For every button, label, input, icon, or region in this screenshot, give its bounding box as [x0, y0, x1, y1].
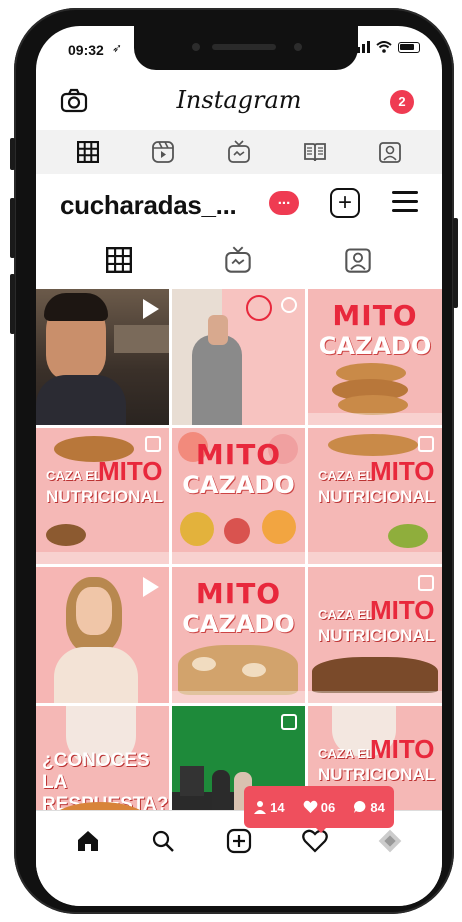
post-tile[interactable]: MITO CAZADO	[172, 567, 305, 703]
profile-username[interactable]: cucharadas_...	[60, 190, 237, 221]
carousel-icon	[281, 714, 297, 730]
bubble-pointer	[314, 826, 328, 833]
igtv-icon	[225, 246, 251, 273]
new-comments-count: 84	[353, 800, 385, 815]
more-options-button[interactable]: ...	[269, 191, 299, 215]
carousel-icon	[145, 436, 161, 452]
notch	[134, 26, 358, 70]
grid-icon[interactable]	[73, 137, 103, 167]
person-icon	[254, 801, 267, 814]
volume-up-button	[10, 198, 15, 258]
guides-icon[interactable]	[300, 137, 330, 167]
feature-tabs	[36, 130, 442, 174]
power-button	[453, 218, 458, 308]
carousel-icon	[418, 436, 434, 452]
new-followers-count: 14	[253, 800, 285, 815]
phone-frame: 09:32 ➶ Instagram 2 cucharadas_... ... +…	[10, 8, 458, 914]
tab-posts-grid[interactable]	[106, 246, 132, 278]
search-icon	[153, 830, 175, 852]
wifi-icon	[376, 41, 392, 53]
video-icon	[143, 299, 159, 319]
heart-icon	[303, 800, 318, 813]
profile-content-tabs	[36, 238, 442, 286]
app-logo: Instagram	[176, 86, 302, 114]
new-post-button[interactable]: +	[330, 188, 360, 218]
profile-avatar-icon	[378, 829, 402, 853]
post-tile[interactable]: CAZA EL MITO NUTRICIONAL	[36, 428, 169, 564]
mute-switch	[10, 138, 15, 170]
tab-tagged[interactable]	[344, 246, 372, 279]
post-tile[interactable]: MITO CAZADO	[172, 428, 305, 564]
add-post-icon	[226, 828, 252, 854]
comment-icon	[354, 801, 366, 813]
post-tile[interactable]	[36, 567, 169, 703]
home-icon	[77, 831, 98, 851]
screen: 09:32 ➶ Instagram 2 cucharadas_... ... +…	[36, 26, 442, 906]
carousel-icon	[418, 575, 434, 591]
tab-igtv[interactable]	[224, 246, 252, 279]
igtv-icon	[281, 297, 297, 313]
nav-search[interactable]	[143, 821, 183, 861]
post-tile[interactable]: CAZA EL MITO NUTRICIONAL	[308, 567, 442, 703]
reels-icon[interactable]	[148, 137, 178, 167]
igtv-icon[interactable]	[224, 137, 254, 167]
battery-icon	[398, 41, 420, 53]
post-tile[interactable]: MITO CAZADO	[308, 289, 442, 425]
hamburger-menu-icon[interactable]	[392, 191, 418, 218]
post-tile[interactable]	[36, 289, 169, 425]
activity-notification-bubble[interactable]: 14 06 84	[244, 786, 394, 828]
volume-down-button	[10, 274, 15, 334]
tagged-icon[interactable]	[375, 137, 405, 167]
post-tile[interactable]: CAZA EL MITO NUTRICIONAL	[308, 428, 442, 564]
grid-icon	[106, 246, 132, 273]
tagged-icon	[345, 247, 371, 273]
navigation-arrow-icon: ➶	[112, 41, 123, 55]
new-likes-count: 06	[303, 800, 335, 815]
profile-header: cucharadas_... ... +	[36, 178, 442, 228]
post-tile[interactable]	[172, 289, 305, 425]
app-header: Instagram 2	[36, 82, 442, 122]
nav-home[interactable]	[68, 821, 108, 861]
status-time: 09:32	[68, 42, 104, 58]
notification-badge[interactable]: 2	[390, 90, 414, 114]
video-icon	[143, 577, 159, 597]
posts-grid: MITO CAZADO CAZA EL MITO NUTRICIONAL MITO CA…	[36, 289, 442, 842]
